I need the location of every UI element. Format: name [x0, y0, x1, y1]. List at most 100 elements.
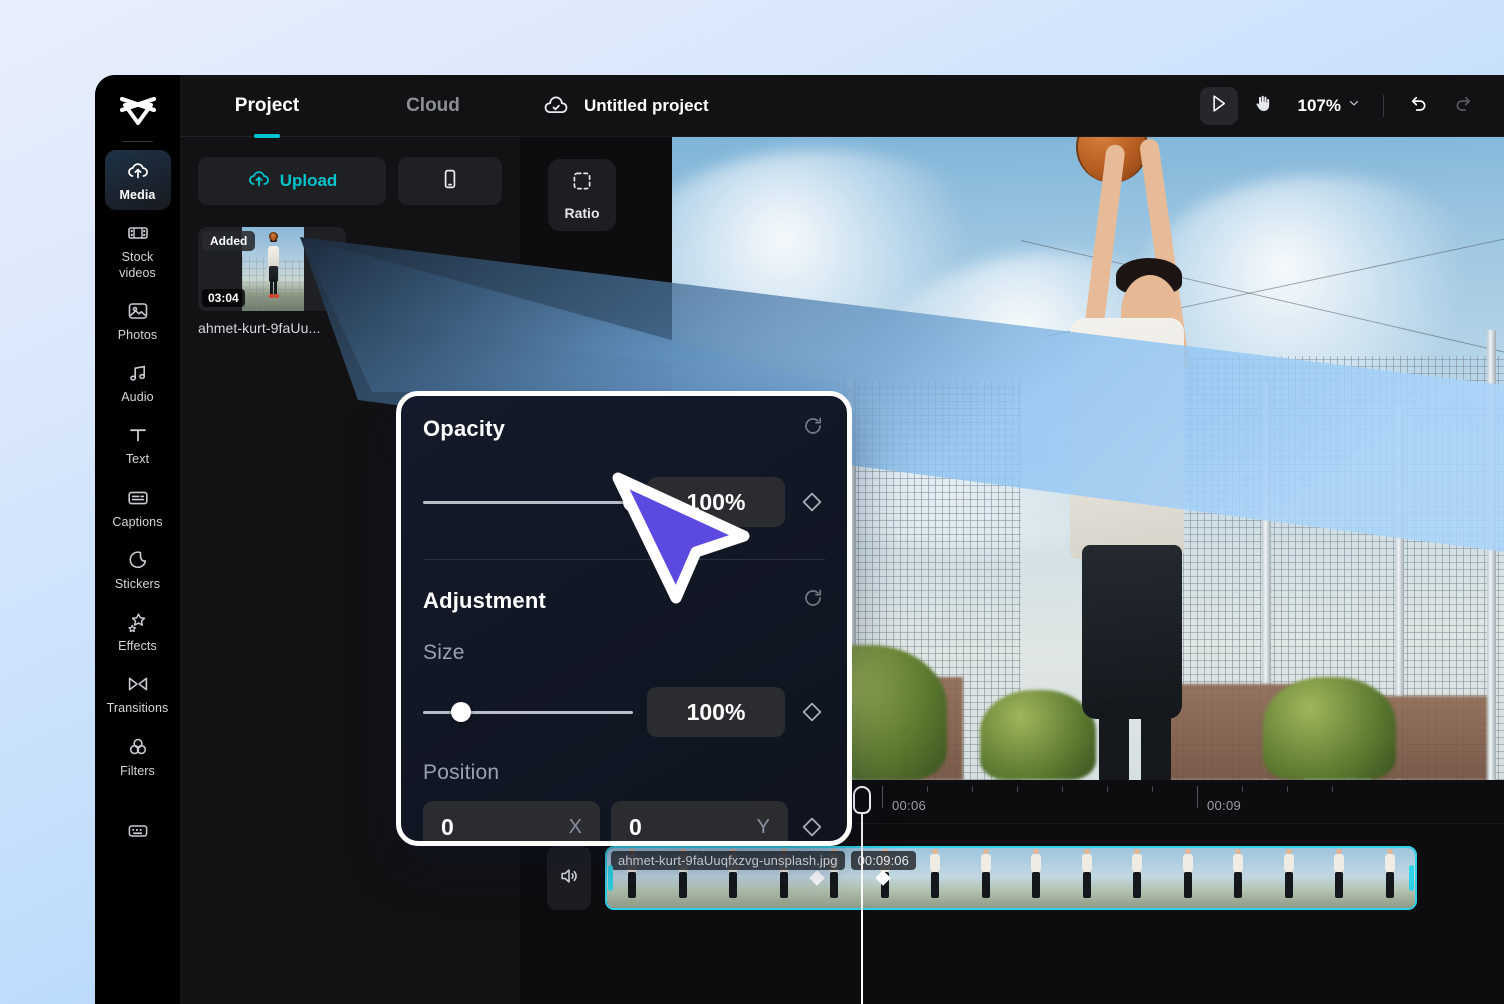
speaker-volume-icon — [558, 865, 580, 892]
capcut-logo-icon[interactable] — [114, 89, 162, 135]
keyframe-diamond-icon[interactable] — [799, 489, 825, 515]
sidebar-item-captions[interactable]: Captions — [105, 477, 171, 537]
adjustment-title: Adjustment — [423, 588, 546, 614]
cloud-check-icon — [542, 92, 570, 120]
cloud-upload-icon — [126, 159, 150, 183]
chevron-down-icon — [1347, 96, 1361, 115]
size-slider[interactable] — [423, 711, 633, 714]
upload-row: Upload — [180, 137, 520, 205]
keyboard-icon — [126, 819, 150, 843]
opacity-slider-knob[interactable] — [623, 492, 643, 512]
clip-duration: 00:09:06 — [851, 851, 916, 870]
position-x-input[interactable]: 0 X — [423, 801, 600, 846]
redo-arrow-icon — [1452, 92, 1474, 119]
timeline-track-row: ahmet-kurt-9faUuqfxzvg-unsplash.jpg 00:0… — [520, 846, 1504, 910]
size-slider-knob[interactable] — [451, 702, 471, 722]
clip-label-row: ahmet-kurt-9faUuqfxzvg-unsplash.jpg 00:0… — [611, 851, 916, 870]
upload-button[interactable]: Upload — [198, 157, 386, 205]
sidebar-item-media[interactable]: Media — [105, 150, 171, 210]
ratio-button[interactable]: Ratio — [548, 159, 616, 231]
undo-button[interactable] — [1400, 87, 1438, 125]
sidebar-item-stock-videos[interactable]: Stock videos — [105, 212, 171, 288]
top-bar: Untitled project — [520, 75, 1504, 137]
adjustment-header: Adjustment — [423, 586, 825, 615]
media-item-card[interactable]: Added 03:04 — [198, 227, 346, 336]
position-y-input[interactable]: 0 Y — [611, 801, 788, 846]
music-note-icon — [126, 361, 150, 385]
clip-trim-handle-right[interactable] — [1409, 865, 1414, 891]
ruler-label: 00:09 — [1207, 798, 1241, 813]
page-title[interactable]: Untitled project — [584, 96, 709, 116]
undo-arrow-icon — [1408, 92, 1430, 119]
size-value-input[interactable]: 100% — [647, 687, 785, 737]
device-upload-button[interactable] — [398, 157, 502, 205]
media-grid: Added 03:04 — [180, 205, 520, 336]
opacity-section: Opacity 100% — [401, 396, 847, 527]
film-strip-icon — [126, 221, 150, 245]
sidebar-item-photos[interactable]: Photos — [105, 290, 171, 350]
top-bar-tools: 107% — [1200, 87, 1482, 125]
keyframe-diamond-icon[interactable] — [799, 699, 825, 725]
position-label: Position — [423, 761, 825, 785]
sidebar-item-label: Effects — [118, 639, 157, 654]
left-sidebar: Media Stock videos — [95, 75, 180, 1004]
position-x-axis-label: X — [569, 816, 582, 839]
media-thumbnail[interactable]: Added 03:04 — [198, 227, 346, 311]
track-mute-button[interactable] — [547, 846, 591, 910]
filters-circles-icon — [126, 735, 150, 759]
reset-circular-arrow-icon[interactable] — [801, 586, 825, 615]
opacity-adjustment-callout: Opacity 100% Adjustment — [396, 391, 852, 846]
sidebar-item-audio[interactable]: Audio — [105, 352, 171, 412]
cloud-upload-icon — [247, 167, 271, 196]
position-y-value: 0 — [629, 814, 642, 841]
adjustment-section: Adjustment Size 100% Position 0 — [401, 560, 847, 846]
cursor-select-icon — [1208, 93, 1229, 119]
sidebar-item-label: Photos — [118, 328, 158, 343]
crop-dashed-icon — [570, 169, 594, 198]
rail-divider — [123, 141, 153, 142]
sidebar-item-label: Audio — [121, 390, 153, 405]
media-item-name: ahmet-kurt-9faUu... — [198, 320, 346, 336]
sidebar-item-filters[interactable]: Filters — [105, 726, 171, 786]
position-x-value: 0 — [441, 814, 454, 841]
media-tabs: Project Cloud — [180, 75, 520, 137]
sticker-icon — [126, 548, 150, 572]
status-badge-added: Added — [202, 231, 255, 251]
sidebar-item-transitions[interactable]: Transitions — [105, 663, 171, 723]
sparkle-star-icon — [126, 610, 150, 634]
sidebar-item-keyboard-shortcuts[interactable] — [105, 810, 171, 855]
timeline-tracks: ahmet-kurt-9faUuqfxzvg-unsplash.jpg 00:0… — [520, 824, 1504, 1004]
zoom-level-value: 107% — [1298, 96, 1341, 116]
sidebar-item-label: Media — [120, 188, 156, 203]
duration-badge: 03:04 — [202, 289, 245, 307]
select-tool-button[interactable] — [1200, 87, 1238, 125]
upload-button-label: Upload — [280, 171, 338, 191]
divider — [1383, 95, 1384, 117]
size-label: Size — [423, 641, 825, 665]
sidebar-item-label: Captions — [112, 515, 162, 530]
sidebar-item-label: Stock videos — [107, 250, 169, 281]
opacity-slider[interactable] — [423, 501, 633, 504]
image-icon — [126, 299, 150, 323]
redo-button[interactable] — [1444, 87, 1482, 125]
reset-circular-arrow-icon[interactable] — [801, 414, 825, 443]
ratio-button-label: Ratio — [565, 205, 600, 221]
keyframe-diamond-icon[interactable] — [799, 814, 825, 840]
clip-trim-handle-left[interactable] — [608, 865, 613, 891]
position-row: 0 X 0 Y — [423, 801, 825, 846]
opacity-value-input[interactable]: 100% — [647, 477, 785, 527]
sidebar-item-text[interactable]: Text — [105, 414, 171, 474]
hand-tool-button[interactable] — [1244, 87, 1282, 125]
position-y-axis-label: Y — [757, 816, 770, 839]
opacity-title: Opacity — [423, 416, 505, 442]
sidebar-item-stickers[interactable]: Stickers — [105, 539, 171, 599]
zoom-level-dropdown[interactable]: 107% — [1298, 96, 1361, 116]
tab-project[interactable]: Project — [184, 75, 350, 137]
tab-cloud[interactable]: Cloud — [350, 75, 516, 137]
sidebar-item-effects[interactable]: Effects — [105, 601, 171, 661]
clip-name: ahmet-kurt-9faUuqfxzvg-unsplash.jpg — [611, 851, 845, 870]
ruler-label: 00:06 — [892, 798, 926, 813]
timeline-clip[interactable]: ahmet-kurt-9faUuqfxzvg-unsplash.jpg 00:0… — [605, 846, 1417, 910]
captions-icon — [126, 486, 150, 510]
transitions-icon — [126, 672, 150, 696]
